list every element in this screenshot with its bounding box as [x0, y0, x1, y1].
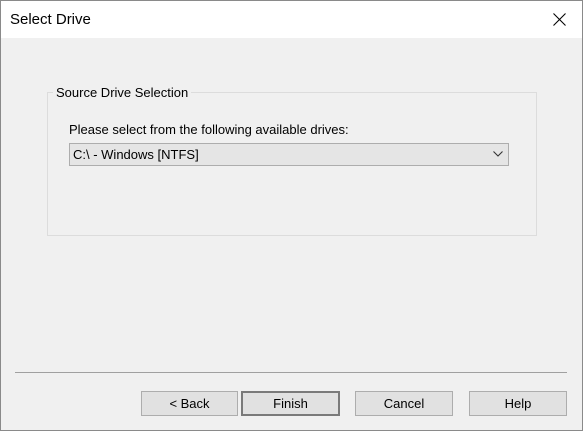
window-title: Select Drive — [10, 11, 91, 28]
drive-prompt-label: Please select from the following availab… — [69, 122, 349, 137]
back-button[interactable]: < Back — [141, 391, 238, 416]
help-button[interactable]: Help — [469, 391, 567, 416]
title-bar: Select Drive — [1, 1, 582, 38]
finish-button[interactable]: Finish — [241, 391, 340, 416]
cancel-button[interactable]: Cancel — [355, 391, 453, 416]
groupbox-legend: Source Drive Selection — [53, 85, 192, 100]
close-button[interactable] — [537, 1, 582, 38]
drive-select-value: C:\ - Windows [NTFS] — [73, 147, 199, 162]
button-separator — [15, 372, 567, 373]
close-icon — [553, 13, 566, 26]
chevron-down-icon — [493, 151, 503, 157]
help-button-label: Help — [504, 396, 532, 411]
back-button-label: < Back — [169, 396, 210, 411]
cancel-button-label: Cancel — [383, 396, 425, 411]
drive-select-dropdown[interactable]: C:\ - Windows [NTFS] — [69, 143, 509, 166]
finish-button-label: Finish — [273, 396, 308, 411]
